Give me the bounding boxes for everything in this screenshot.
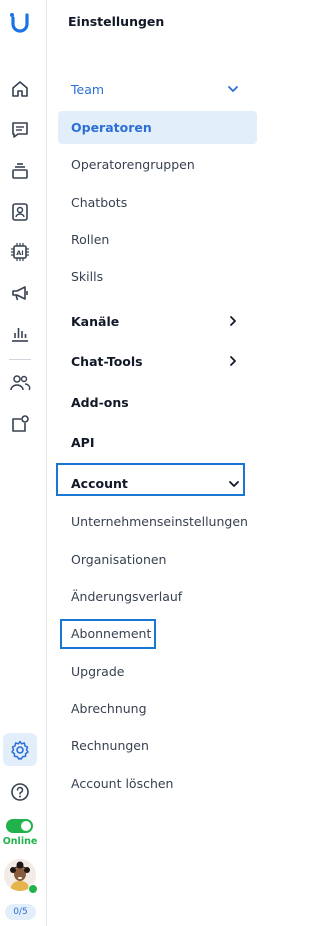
nav-item-aenderungsverlauf[interactable]: Änderungsverlauf <box>58 580 257 613</box>
home-icon[interactable] <box>6 75 34 103</box>
nav-item-label: Organisationen <box>71 552 167 567</box>
chevron-right-icon <box>230 356 236 366</box>
chat-icon[interactable] <box>6 116 34 144</box>
inbox-icon[interactable] <box>6 157 34 185</box>
nav-item-api[interactable]: API <box>58 426 257 459</box>
nav-item-label: Änderungsverlauf <box>71 589 183 604</box>
icon-rail: AI Online 0/5 <box>0 0 47 926</box>
nav-item-organisationen[interactable]: Organisationen <box>58 543 257 576</box>
nav-item-skills[interactable]: Skills <box>58 260 257 293</box>
nav-item-label: Operatorengruppen <box>71 157 195 172</box>
nav-item-rechnungen[interactable]: Rechnungen <box>58 729 257 762</box>
megaphone-icon[interactable] <box>6 279 34 307</box>
abonnement-highlight-box <box>60 619 156 649</box>
nav-item-label: Kanäle <box>71 314 120 329</box>
svg-text:AI: AI <box>16 249 23 257</box>
ai-chip-icon[interactable]: AI <box>6 238 34 266</box>
nav-item-label: Abrechnung <box>71 701 147 716</box>
nav-item-label: Account löschen <box>71 776 174 791</box>
status-label: Online <box>2 836 38 847</box>
nav-item-operatorengruppen[interactable]: Operatorengruppen <box>58 148 257 181</box>
account-highlight-box <box>56 463 245 496</box>
nav-group-chat-tools[interactable]: Chat-Tools <box>58 345 257 378</box>
page-title: Einstellungen <box>68 14 165 29</box>
nav-item-abrechnung[interactable]: Abrechnung <box>58 692 257 725</box>
bar-chart-icon[interactable] <box>6 320 34 348</box>
nav-item-upgrade[interactable]: Upgrade <box>58 655 257 688</box>
toggle-knob <box>21 821 31 831</box>
online-indicator <box>28 884 38 894</box>
nav-item-operatoren[interactable]: Operatoren <box>58 111 257 144</box>
nav-item-label: Rollen <box>71 232 110 247</box>
people-icon[interactable] <box>6 369 34 397</box>
contacts-icon[interactable] <box>6 198 34 226</box>
nav-item-label: Operatoren <box>71 120 152 135</box>
nav-group-kanaele[interactable]: Kanäle <box>58 305 257 338</box>
nav-item-add-ons[interactable]: Add-ons <box>58 386 257 419</box>
nav-item-label: Chatbots <box>71 195 128 210</box>
online-status-toggle[interactable] <box>6 819 33 833</box>
nav-item-label: Skills <box>71 269 104 284</box>
help-icon[interactable] <box>6 778 34 806</box>
nav-item-rollen[interactable]: Rollen <box>58 223 257 256</box>
chat-count-badge: 0/5 <box>5 904 36 920</box>
nav-item-label: Team <box>71 82 105 97</box>
nav-item-label: Rechnungen <box>71 738 149 753</box>
chevron-down-icon <box>228 86 238 92</box>
settings-icon[interactable] <box>3 733 37 766</box>
nav-item-unternehmenseinstellungen[interactable]: Unternehmenseinstellungen <box>58 505 257 538</box>
rail-divider <box>9 359 31 360</box>
nav-item-label: Upgrade <box>71 664 125 679</box>
logo-icon[interactable] <box>6 10 34 38</box>
integrations-icon[interactable] <box>6 410 34 438</box>
nav-item-label: Unternehmenseinstellungen <box>71 514 248 529</box>
nav-item-chatbots[interactable]: Chatbots <box>58 186 257 219</box>
nav-item-account-loeschen[interactable]: Account löschen <box>58 767 257 800</box>
chevron-right-icon <box>230 316 236 326</box>
nav-item-label: Chat-Tools <box>71 354 143 369</box>
nav-item-label: API <box>71 435 95 450</box>
nav-item-label: Add-ons <box>71 395 129 410</box>
nav-group-team[interactable]: Team <box>58 73 257 106</box>
